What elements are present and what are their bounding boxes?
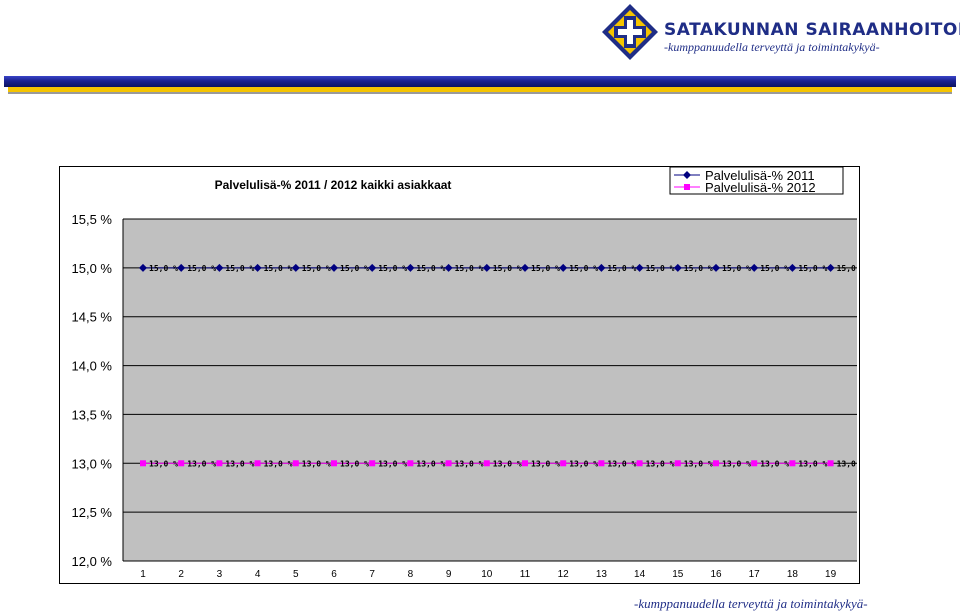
data-label: 13,0 %: [760, 459, 789, 468]
data-point: [216, 460, 223, 467]
x-tick-label: 19: [825, 569, 837, 580]
data-label: 13,0 %: [722, 459, 751, 468]
data-label: 13,0 %: [416, 459, 445, 468]
data-label: 15,0 %: [264, 264, 293, 273]
chart-frame: Palvelulisä-% 2011 / 2012 kaikki asiakka…: [59, 166, 860, 584]
y-tick-label: 14,0 %: [72, 359, 113, 374]
x-tick-label: 13: [596, 569, 608, 580]
x-tick-label: 10: [481, 569, 493, 580]
data-label: 15,0 %: [798, 264, 827, 273]
line-chart: Palvelulisä-% 2011 / 2012 kaikki asiakka…: [72, 167, 859, 580]
legend-swatch-marker: [684, 184, 690, 190]
y-tick-label: 15,0 %: [72, 261, 113, 276]
data-label: 15,0 %: [531, 264, 560, 273]
data-point: [445, 460, 452, 467]
data-label: 13,0 %: [264, 459, 293, 468]
data-point: [827, 460, 834, 467]
data-label: 15,0 %: [569, 264, 598, 273]
data-label: 13,0 %: [684, 459, 713, 468]
data-label: 13,0 %: [149, 459, 178, 468]
data-label: 15,0 %: [760, 264, 789, 273]
x-tick-label: 4: [255, 569, 261, 580]
data-point: [522, 460, 528, 467]
data-point: [369, 460, 376, 467]
data-label: 13,0 %: [607, 459, 636, 468]
y-axis-ticks: 15,5 % 15,0 % 14,5 % 14,0 % 13,5 % 13,0 % 12,5…: [72, 212, 113, 569]
data-label: 13,0 %: [225, 459, 254, 468]
data-label: 15,0 %: [837, 264, 859, 273]
y-tick-label: 14,5 %: [72, 310, 113, 325]
data-label: 15,0 %: [340, 264, 369, 273]
data-label: 15,0 %: [302, 264, 331, 273]
data-label: 15,0 %: [416, 264, 445, 273]
header-band: [4, 76, 956, 94]
footer-tagline: -kumppanuudella terveyttä ja toimintakyk…: [634, 596, 868, 611]
data-label: 13,0 %: [493, 459, 522, 468]
x-tick-label: 11: [520, 569, 531, 580]
data-label: 13,0 %: [455, 459, 484, 468]
data-label: 15,0 %: [225, 264, 254, 273]
data-label: 13,0 %: [569, 459, 598, 468]
cross-diamond-logo-icon: [602, 4, 658, 60]
y-tick-label: 12,5 %: [72, 505, 113, 520]
data-label: 15,0 %: [684, 264, 713, 273]
x-tick-label: 9: [446, 569, 452, 580]
data-label: 15,0 %: [149, 264, 178, 273]
y-tick-label: 15,5 %: [72, 212, 113, 227]
data-label: 15,0 %: [455, 264, 484, 273]
x-tick-label: 7: [369, 569, 375, 580]
data-point: [674, 460, 681, 467]
y-tick-label: 13,5 %: [72, 407, 113, 422]
x-tick-label: 12: [558, 569, 570, 580]
x-tick-label: 15: [672, 569, 684, 580]
data-label: 15,0 %: [378, 264, 407, 273]
x-tick-label: 14: [634, 569, 646, 580]
data-point: [560, 460, 567, 467]
y-tick-label: 13,0 %: [72, 456, 113, 471]
data-label: 15,0 %: [722, 264, 751, 273]
organization-tagline: -kumppanuudella terveyttä ja toimintakyk…: [664, 40, 880, 54]
x-tick-label: 16: [710, 569, 722, 580]
data-point: [331, 460, 337, 467]
data-point: [789, 460, 796, 467]
x-tick-label: 18: [787, 569, 799, 580]
data-point: [140, 460, 146, 467]
data-label: 13,0 %: [378, 459, 407, 468]
x-tick-label: 17: [749, 569, 761, 580]
chart-legend: Palvelulisä-% 2011Palvelulisä-% 2012: [669, 167, 844, 195]
organization-name: SATAKUNNAN SAIRAANHOITOPIIRI: [664, 20, 960, 40]
data-point: [483, 460, 490, 467]
chart-title: Palvelulisä-% 2011 / 2012 kaikki asiakka…: [215, 178, 452, 192]
data-label: 13,0 %: [646, 459, 675, 468]
data-point: [178, 460, 185, 467]
data-point: [407, 460, 414, 467]
x-tick-label: 1: [140, 569, 146, 580]
data-label: 13,0 %: [187, 459, 216, 468]
data-label: 13,0 %: [340, 459, 369, 468]
x-axis-ticks: 1 2 3 4 5 6 7 8 9 10 11 12 13 14 15 16 17 18 19: [140, 569, 836, 580]
y-tick-label: 12,0 %: [72, 554, 113, 569]
x-tick-label: 8: [408, 569, 414, 580]
data-point: [636, 460, 643, 467]
data-label: 15,0 %: [493, 264, 522, 273]
data-label: 15,0 %: [646, 264, 675, 273]
page-header: SATAKUNNAN SAIRAANHOITOPIIRI -kumppanuud…: [0, 0, 960, 72]
x-tick-label: 2: [178, 569, 184, 580]
x-tick-label: 6: [331, 569, 337, 580]
data-point: [713, 460, 719, 467]
data-point: [292, 460, 299, 467]
data-label: 13,0 %: [798, 459, 827, 468]
data-label: 13,0 %: [531, 459, 560, 468]
data-point: [598, 460, 605, 467]
legend-label: Palvelulisä-% 2012: [705, 180, 816, 195]
data-label: 15,0 %: [187, 264, 216, 273]
data-point: [254, 460, 261, 467]
data-label: 15,0 %: [607, 264, 636, 273]
x-tick-label: 5: [293, 569, 299, 580]
data-label: 13,0 %: [302, 459, 331, 468]
data-label: 13,0 %: [837, 459, 859, 468]
data-point: [751, 460, 758, 467]
x-tick-label: 3: [217, 569, 223, 580]
